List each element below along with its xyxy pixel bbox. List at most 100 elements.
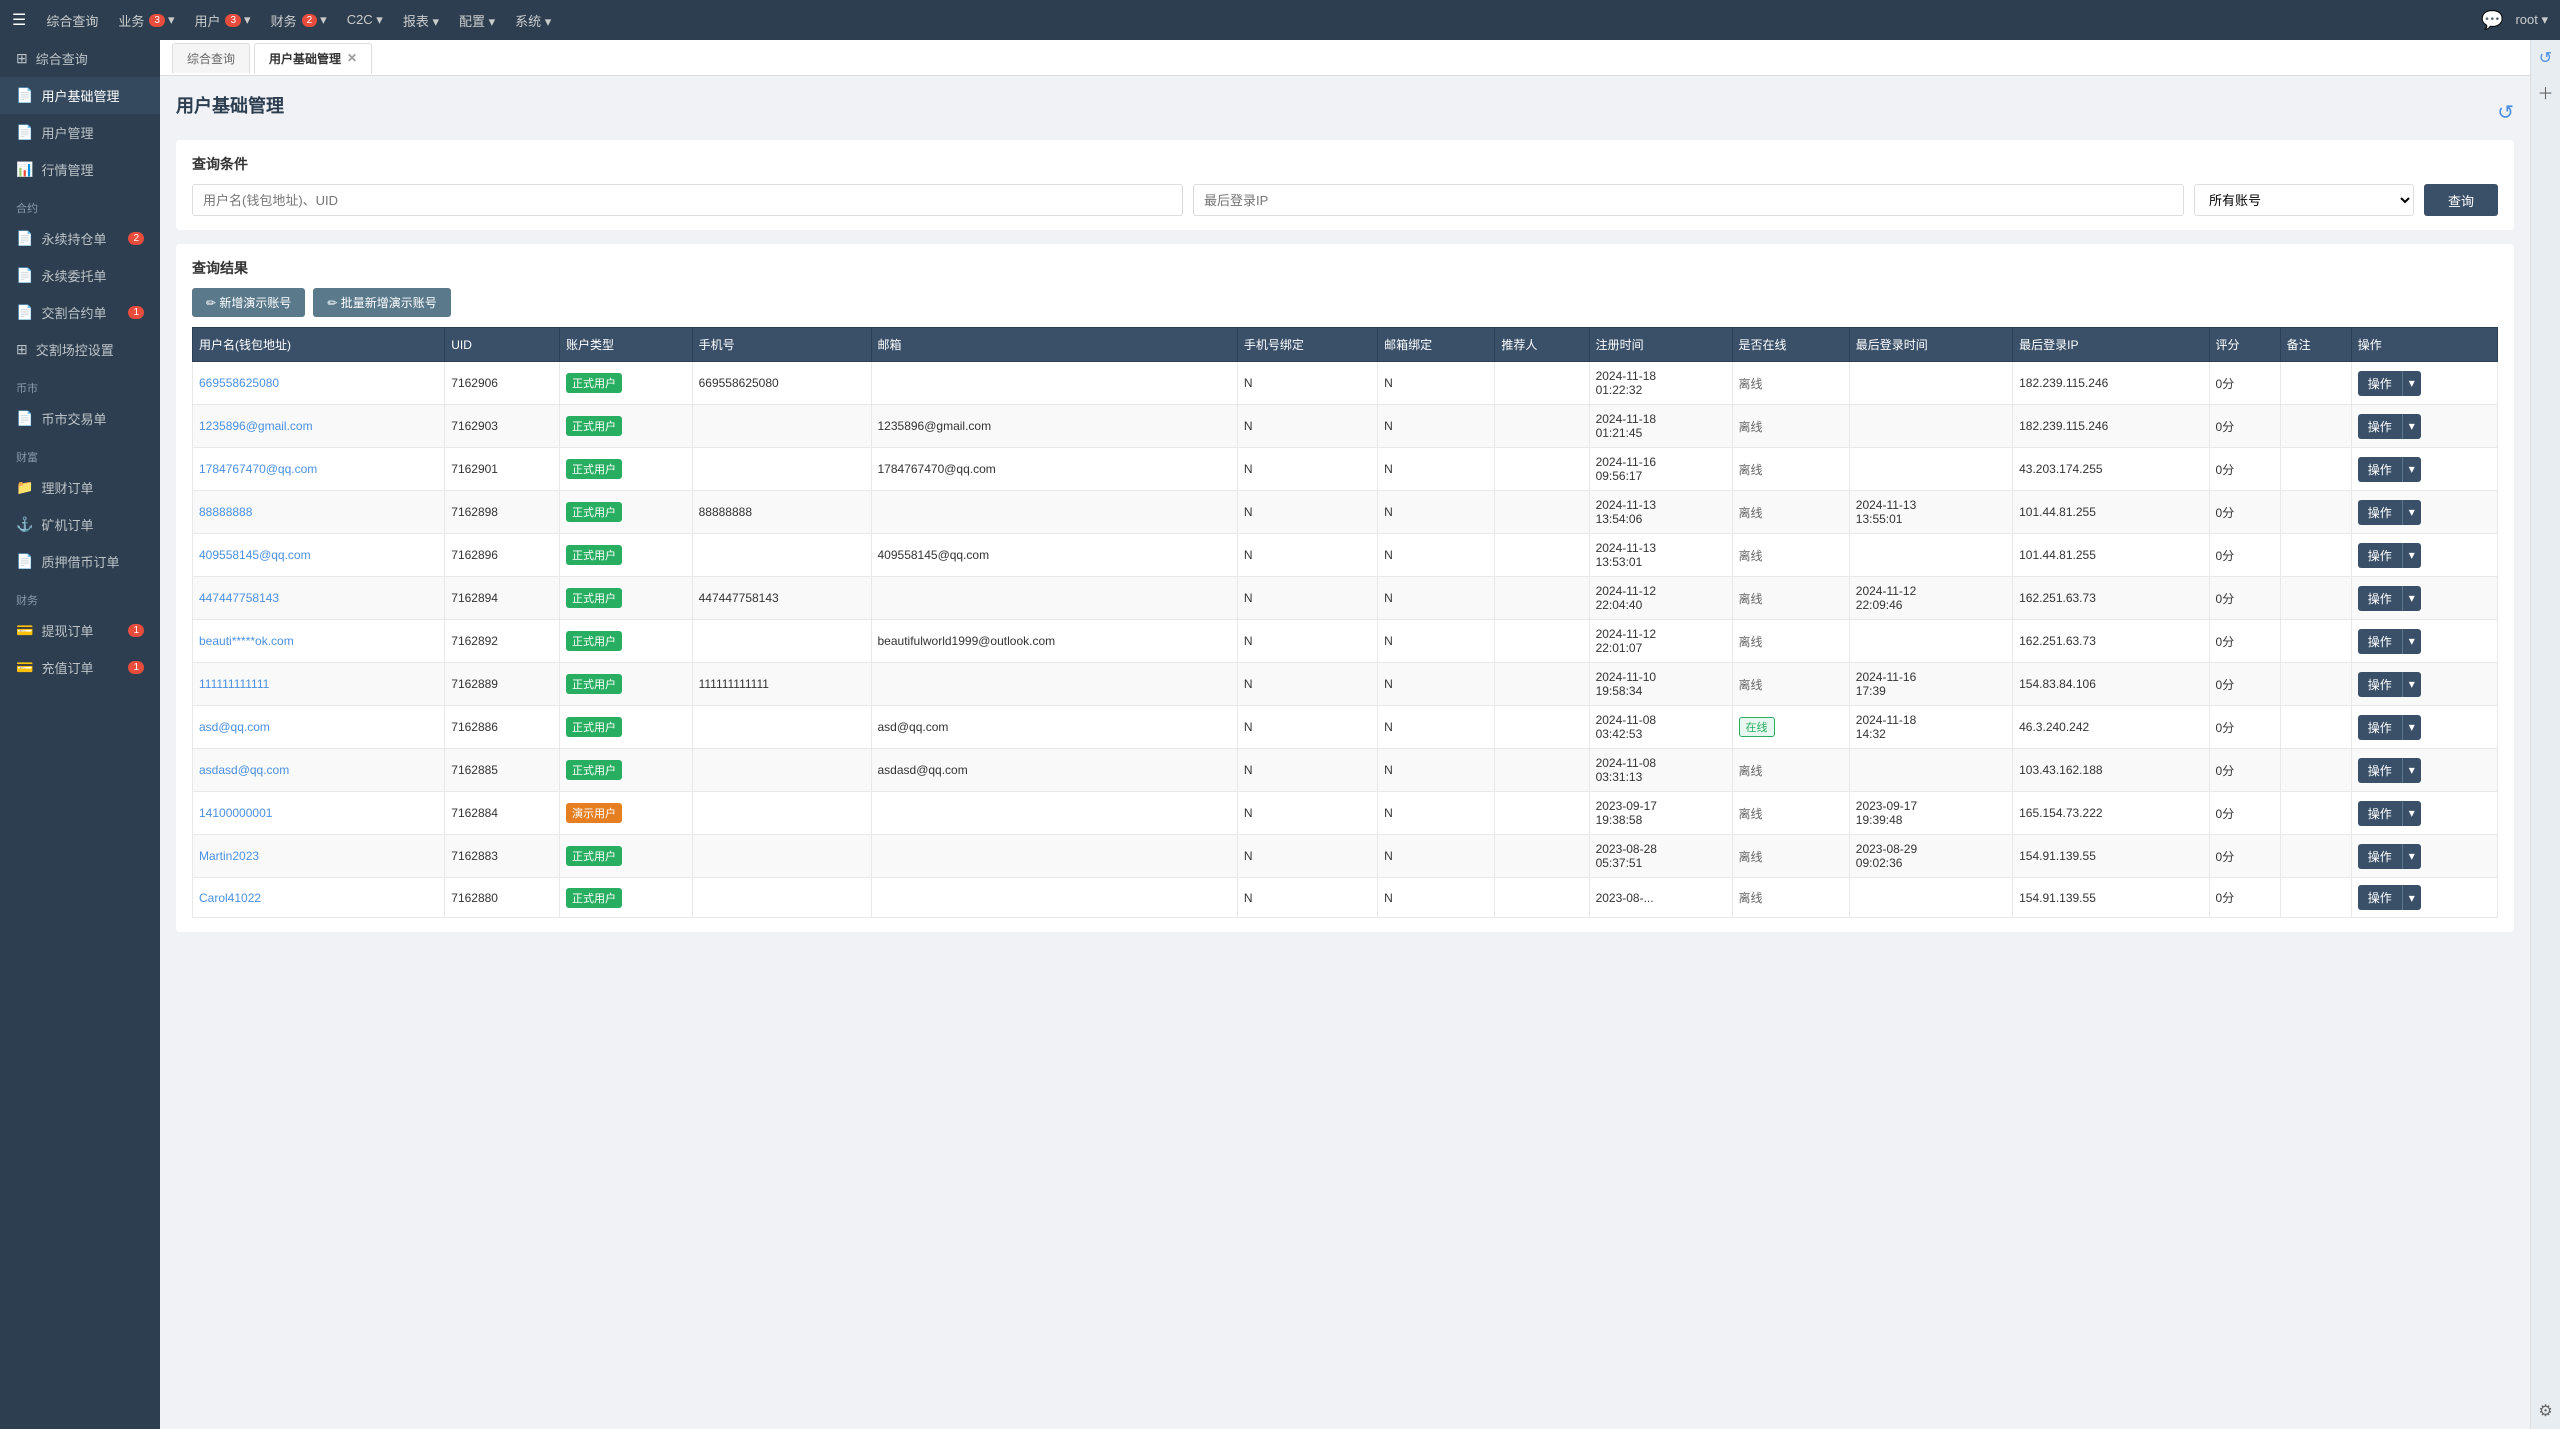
username-link[interactable]: asdasd@qq.com bbox=[199, 763, 289, 777]
operation-dropdown[interactable]: ▾ bbox=[2402, 500, 2421, 525]
cell-last-login-ip: 154.83.84.106 bbox=[2013, 663, 2209, 706]
cell-username: 111111111111 bbox=[193, 663, 445, 706]
sidebar-item-交割合约单[interactable]: 📄 交割合约单 1 bbox=[0, 294, 160, 331]
account-type-select[interactable]: 所有账号 正式用户 演示用户 bbox=[2194, 184, 2414, 216]
cell-username: Carol41022 bbox=[193, 878, 445, 918]
page-content: 用户基础管理 ↺ 查询条件 所有账号 正式用户 演示用户 查询 bbox=[160, 76, 2530, 1429]
nav-item-报表[interactable]: 报表 ▾ bbox=[403, 11, 439, 30]
operation-dropdown[interactable]: ▾ bbox=[2402, 844, 2421, 869]
ip-input[interactable] bbox=[1193, 184, 2184, 216]
cell-email-bound: N bbox=[1378, 620, 1495, 663]
nav-item-系统[interactable]: 系统 ▾ bbox=[515, 11, 551, 30]
cell-register-time: 2024-11-1801:22:32 bbox=[1589, 362, 1732, 405]
cell-uid: 7162892 bbox=[445, 620, 560, 663]
operation-button[interactable]: 操作 bbox=[2358, 414, 2402, 439]
operation-group: 操作 ▾ bbox=[2358, 543, 2491, 568]
username-link[interactable]: asd@qq.com bbox=[199, 720, 270, 734]
nav-item-综合查询[interactable]: 综合查询 bbox=[46, 11, 98, 30]
tab-close-button[interactable]: ✕ bbox=[347, 51, 357, 65]
operation-button[interactable]: 操作 bbox=[2358, 457, 2402, 482]
username-link[interactable]: 88888888 bbox=[199, 505, 252, 519]
cell-online: 离线 bbox=[1732, 749, 1849, 792]
refresh-button[interactable]: ↺ bbox=[2497, 100, 2514, 125]
batch-add-demo-button[interactable]: ✏ 批量新增演示账号 bbox=[313, 288, 450, 317]
operation-button[interactable]: 操作 bbox=[2358, 629, 2402, 654]
add-demo-account-button[interactable]: ✏ 新增演示账号 bbox=[192, 288, 305, 317]
operation-dropdown[interactable]: ▾ bbox=[2402, 543, 2421, 568]
cell-last-login-ip: 43.203.174.255 bbox=[2013, 448, 2209, 491]
nav-item-业务[interactable]: 业务 3 ▾ bbox=[118, 11, 174, 30]
username-link[interactable]: beauti*****ok.com bbox=[199, 634, 294, 648]
operation-dropdown[interactable]: ▾ bbox=[2402, 801, 2421, 826]
cell-last-login-ip: 165.154.73.222 bbox=[2013, 792, 2209, 835]
operation-button[interactable]: 操作 bbox=[2358, 371, 2402, 396]
operation-button[interactable]: 操作 bbox=[2358, 543, 2402, 568]
username-link[interactable]: Martin2023 bbox=[199, 849, 259, 863]
sidebar-item-永续委托单[interactable]: 📄 永续委托单 bbox=[0, 257, 160, 294]
plus-right-icon[interactable]: ＋ bbox=[2537, 80, 2553, 104]
operation-dropdown[interactable]: ▾ bbox=[2402, 758, 2421, 783]
username-link[interactable]: 1784767470@qq.com bbox=[199, 462, 317, 476]
operation-button[interactable]: 操作 bbox=[2358, 885, 2402, 910]
username-link[interactable]: 409558145@qq.com bbox=[199, 548, 311, 562]
username-link[interactable]: 669558625080 bbox=[199, 376, 279, 390]
gear-right-icon[interactable]: ⚙ bbox=[2538, 1401, 2552, 1421]
sidebar-item-币市交易单[interactable]: 📄 币市交易单 bbox=[0, 400, 160, 437]
user-label[interactable]: root ▾ bbox=[2515, 12, 2548, 28]
badge-财务: 2 bbox=[302, 14, 318, 27]
username-link[interactable]: 14100000001 bbox=[199, 806, 272, 820]
tab-综合查询[interactable]: 综合查询 bbox=[172, 43, 250, 73]
cell-register-time: 2024-11-1313:54:06 bbox=[1589, 491, 1732, 534]
sidebar-item-用户基础管理[interactable]: 📄 用户基础管理 bbox=[0, 77, 160, 114]
operation-dropdown[interactable]: ▾ bbox=[2402, 715, 2421, 740]
sidebar-item-用户管理[interactable]: 📄 用户管理 bbox=[0, 114, 160, 151]
operation-dropdown[interactable]: ▾ bbox=[2402, 414, 2421, 439]
operation-dropdown[interactable]: ▾ bbox=[2402, 629, 2421, 654]
nav-item-财务[interactable]: 财务 2 ▾ bbox=[271, 11, 327, 30]
sidebar-item-质押借币订单[interactable]: 📄 质押借币订单 bbox=[0, 543, 160, 580]
operation-button[interactable]: 操作 bbox=[2358, 715, 2402, 740]
operation-button[interactable]: 操作 bbox=[2358, 586, 2402, 611]
operation-dropdown[interactable]: ▾ bbox=[2402, 457, 2421, 482]
sidebar-item-永续持仓单[interactable]: 📄 永续持仓单 2 bbox=[0, 220, 160, 257]
cell-account-type: 正式用户 bbox=[560, 534, 693, 577]
sidebar-item-矿机订单[interactable]: ⚓ 矿机订单 bbox=[0, 506, 160, 543]
col-register-time: 注册时间 bbox=[1589, 328, 1732, 362]
refresh-right-icon[interactable]: ↺ bbox=[2539, 48, 2552, 68]
account-type-tag: 正式用户 bbox=[566, 502, 622, 522]
nav-item-c2c[interactable]: C2C ▾ bbox=[347, 12, 383, 28]
operation-dropdown[interactable]: ▾ bbox=[2402, 586, 2421, 611]
cell-remark bbox=[2280, 362, 2351, 405]
sidebar-item-理财订单[interactable]: 📁 理财订单 bbox=[0, 469, 160, 506]
sidebar-item-交割场控设置[interactable]: ⊞ 交割场控设置 bbox=[0, 331, 160, 368]
sidebar-item-充值订单[interactable]: 💳 充值订单 1 bbox=[0, 649, 160, 686]
operation-button[interactable]: 操作 bbox=[2358, 758, 2402, 783]
cell-referrer bbox=[1495, 448, 1589, 491]
cell-account-type: 正式用户 bbox=[560, 577, 693, 620]
operation-dropdown[interactable]: ▾ bbox=[2402, 885, 2421, 910]
operation-button[interactable]: 操作 bbox=[2358, 801, 2402, 826]
username-link[interactable]: Carol41022 bbox=[199, 891, 261, 905]
hamburger-menu[interactable]: ☰ bbox=[12, 10, 26, 30]
tab-用户基础管理[interactable]: 用户基础管理 ✕ bbox=[254, 43, 372, 74]
operation-dropdown[interactable]: ▾ bbox=[2402, 371, 2421, 396]
username-link[interactable]: 111111111111 bbox=[199, 677, 269, 691]
cell-email: beautifulworld1999@outlook.com bbox=[871, 620, 1237, 663]
nav-item-用户[interactable]: 用户 3 ▾ bbox=[194, 11, 250, 30]
sidebar-item-label: 用户基础管理 bbox=[41, 86, 119, 105]
username-link[interactable]: 1235896@gmail.com bbox=[199, 419, 313, 433]
operation-button[interactable]: 操作 bbox=[2358, 844, 2402, 869]
cell-referrer bbox=[1495, 663, 1589, 706]
operation-button[interactable]: 操作 bbox=[2358, 500, 2402, 525]
operation-button[interactable]: 操作 bbox=[2358, 672, 2402, 697]
sidebar-item-提现订单[interactable]: 💳 提现订单 1 bbox=[0, 612, 160, 649]
query-button[interactable]: 查询 bbox=[2424, 184, 2498, 216]
sidebar-item-综合查询[interactable]: ⊞ 综合查询 bbox=[0, 40, 160, 77]
username-input[interactable] bbox=[192, 184, 1183, 216]
cell-username: 1784767470@qq.com bbox=[193, 448, 445, 491]
username-link[interactable]: 447447758143 bbox=[199, 591, 279, 605]
sidebar-item-行情管理[interactable]: 📊 行情管理 bbox=[0, 151, 160, 188]
nav-item-配置[interactable]: 配置 ▾ bbox=[459, 11, 495, 30]
chat-icon[interactable]: 💬 bbox=[2481, 10, 2503, 31]
operation-dropdown[interactable]: ▾ bbox=[2402, 672, 2421, 697]
